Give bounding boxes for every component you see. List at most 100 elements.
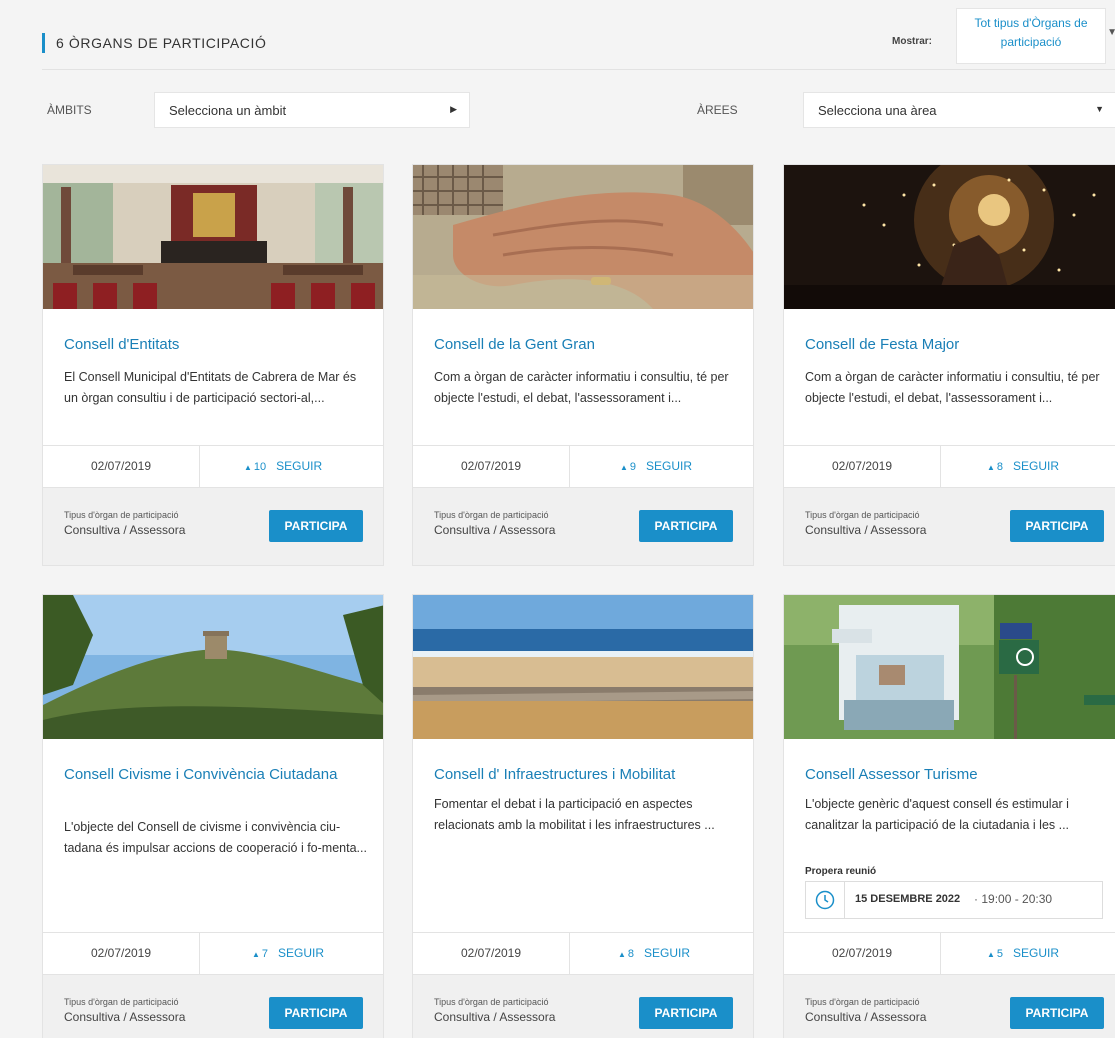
followers-count: 8	[996, 461, 1004, 473]
organ-type-select-value: Tot tipus d'Òrgans de participació	[974, 16, 1088, 49]
card-title[interactable]: Consell Assessor Turisme	[805, 765, 1105, 785]
participa-button[interactable]: PARTICIPA	[639, 997, 733, 1029]
organ-card: Consell de la Gent Gran Com a òrgan de c…	[412, 164, 754, 566]
followers-count: 9	[629, 461, 637, 473]
organ-type-value: Consultiva / Assessora	[64, 1010, 186, 1024]
arees-label: ÀREES	[697, 103, 738, 117]
card-date: 02/07/2019	[413, 933, 570, 974]
organ-card: Consell Civisme i Convivència Ciutadana …	[42, 594, 384, 1038]
card-footer: Tipus d'òrgan de participació Consultiva…	[43, 487, 383, 565]
meeting-time: · 19:00 - 20:30	[974, 892, 1052, 906]
organ-type-label: Tipus d'òrgan de participació	[64, 997, 179, 1007]
follow-button[interactable]: SEGUIR	[644, 946, 690, 960]
card-meta: 02/07/2019 ▲ 10 SEGUIR	[43, 445, 383, 487]
hill-tower-image	[43, 595, 383, 739]
ambits-select-value: Selecciona un àmbit	[169, 103, 287, 118]
follow-area: ▲ 8 SEGUIR	[987, 446, 1059, 487]
organ-type-label: Tipus d'òrgan de participació	[805, 997, 920, 1007]
card-image-beach[interactable]	[413, 595, 753, 739]
organ-type-value: Consultiva / Assessora	[434, 1010, 556, 1024]
caret-right-icon: ▶	[450, 104, 457, 114]
organ-type-select[interactable]: Tot tipus d'Òrgans de participació ▼	[956, 8, 1115, 64]
followers-count: 5	[996, 948, 1004, 960]
card-date: 02/07/2019	[43, 446, 200, 487]
caret-down-icon: ▼	[1095, 104, 1104, 114]
meeting-time-separator: ·	[974, 892, 978, 906]
card-title[interactable]: Consell de la Gent Gran	[434, 335, 734, 355]
card-title[interactable]: Consell d'Entitats	[64, 335, 364, 355]
card-footer: Tipus d'òrgan de participació Consultiva…	[784, 974, 1115, 1038]
follow-button[interactable]: SEGUIR	[276, 459, 322, 473]
arees-select[interactable]: Selecciona una àrea ▼	[803, 92, 1115, 128]
card-footer: Tipus d'òrgan de participació Consultiva…	[784, 487, 1115, 565]
card-meta: 02/07/2019 ▲ 5 SEGUIR	[784, 932, 1115, 974]
meeting-time-range: 19:00 - 20:30	[981, 892, 1053, 906]
page-header: 6 ÒRGANS DE PARTICIPACIÓ Mostrar: Tot ti…	[42, 0, 1115, 70]
card-title[interactable]: Consell Civisme i Convivència Ciutadana	[64, 765, 364, 785]
participa-button[interactable]: PARTICIPA	[1010, 510, 1104, 542]
organ-type-label: Tipus d'òrgan de participació	[434, 997, 549, 1007]
followers-icon: ▲	[620, 463, 628, 472]
card-image-council-chamber[interactable]	[43, 165, 383, 309]
meeting-date: 15 DESEMBRE 2022	[855, 893, 961, 905]
participa-button[interactable]: PARTICIPA	[1010, 997, 1104, 1029]
followers-icon: ▲	[618, 950, 626, 959]
follow-area: ▲ 7 SEGUIR	[252, 933, 324, 974]
card-description: L'objecte genèric d'aquest consell és es…	[805, 797, 1070, 832]
ambits-label: ÀMBITS	[47, 103, 92, 117]
card-title[interactable]: Consell de Festa Major	[805, 335, 1105, 355]
card-description: Fomentar el debat i la participació en a…	[434, 797, 715, 832]
card-date: 02/07/2019	[784, 933, 941, 974]
follow-area: ▲ 5 SEGUIR	[987, 933, 1059, 974]
follow-button[interactable]: SEGUIR	[278, 946, 324, 960]
organ-type-label: Tipus d'òrgan de participació	[64, 510, 179, 520]
card-meta: 02/07/2019 ▲ 8 SEGUIR	[413, 932, 753, 974]
show-label: Mostrar:	[892, 36, 933, 47]
card-description: Com a òrgan de caràcter informatiu i con…	[805, 370, 1100, 405]
ambits-select[interactable]: Selecciona un àmbit ▶	[154, 92, 470, 128]
arees-select-value: Selecciona una àrea	[818, 103, 937, 118]
card-description: L'objecte del Consell de civisme i convi…	[64, 820, 367, 855]
council-chamber-image	[43, 165, 383, 309]
organ-type-value: Consultiva / Assessora	[805, 523, 927, 537]
tourist-kiosk-image	[784, 595, 1115, 739]
fire-festival-image	[784, 165, 1115, 309]
next-meeting-label: Propera reunió	[805, 866, 877, 877]
followers-count: 7	[261, 948, 269, 960]
card-date: 02/07/2019	[43, 933, 200, 974]
next-meeting-box[interactable]: 15 DESEMBRE 2022 · 19:00 - 20:30	[805, 881, 1103, 919]
participa-button[interactable]: PARTICIPA	[269, 997, 363, 1029]
page-title: 6 ÒRGANS DE PARTICIPACIÓ	[42, 33, 266, 53]
follow-area: ▲ 10 SEGUIR	[244, 446, 322, 487]
follow-button[interactable]: SEGUIR	[1013, 459, 1059, 473]
followers-icon: ▲	[244, 463, 252, 472]
card-image-fire-festival[interactable]	[784, 165, 1115, 309]
card-image-hill-tower[interactable]	[43, 595, 383, 739]
card-image-elderly-hands[interactable]	[413, 165, 753, 309]
follow-button[interactable]: SEGUIR	[646, 459, 692, 473]
organ-type-value: Consultiva / Assessora	[434, 523, 556, 537]
follow-area: ▲ 8 SEGUIR	[618, 933, 690, 974]
organ-type-value: Consultiva / Assessora	[64, 523, 186, 537]
clock-icon	[815, 890, 835, 910]
followers-count: 8	[627, 948, 635, 960]
participa-button[interactable]: PARTICIPA	[269, 510, 363, 542]
followers-icon: ▲	[987, 463, 995, 472]
card-meta: 02/07/2019 ▲ 7 SEGUIR	[43, 932, 383, 974]
card-description: Com a òrgan de caràcter informatiu i con…	[434, 370, 729, 405]
organ-type-label: Tipus d'òrgan de participació	[805, 510, 920, 520]
follow-button[interactable]: SEGUIR	[1013, 946, 1059, 960]
organ-card: Consell d' Infraestructures i Mobilitat …	[412, 594, 754, 1038]
followers-icon: ▲	[252, 950, 260, 959]
organ-type-value: Consultiva / Assessora	[805, 1010, 927, 1024]
card-date: 02/07/2019	[784, 446, 941, 487]
card-title[interactable]: Consell d' Infraestructures i Mobilitat	[434, 765, 734, 785]
card-image-tourist-kiosk[interactable]	[784, 595, 1115, 739]
elderly-hands-image	[413, 165, 753, 309]
card-footer: Tipus d'òrgan de participació Consultiva…	[413, 974, 753, 1038]
organ-type-label: Tipus d'òrgan de participació	[434, 510, 549, 520]
follow-area: ▲ 9 SEGUIR	[620, 446, 692, 487]
followers-icon: ▲	[987, 950, 995, 959]
meeting-divider	[844, 882, 845, 918]
participa-button[interactable]: PARTICIPA	[639, 510, 733, 542]
